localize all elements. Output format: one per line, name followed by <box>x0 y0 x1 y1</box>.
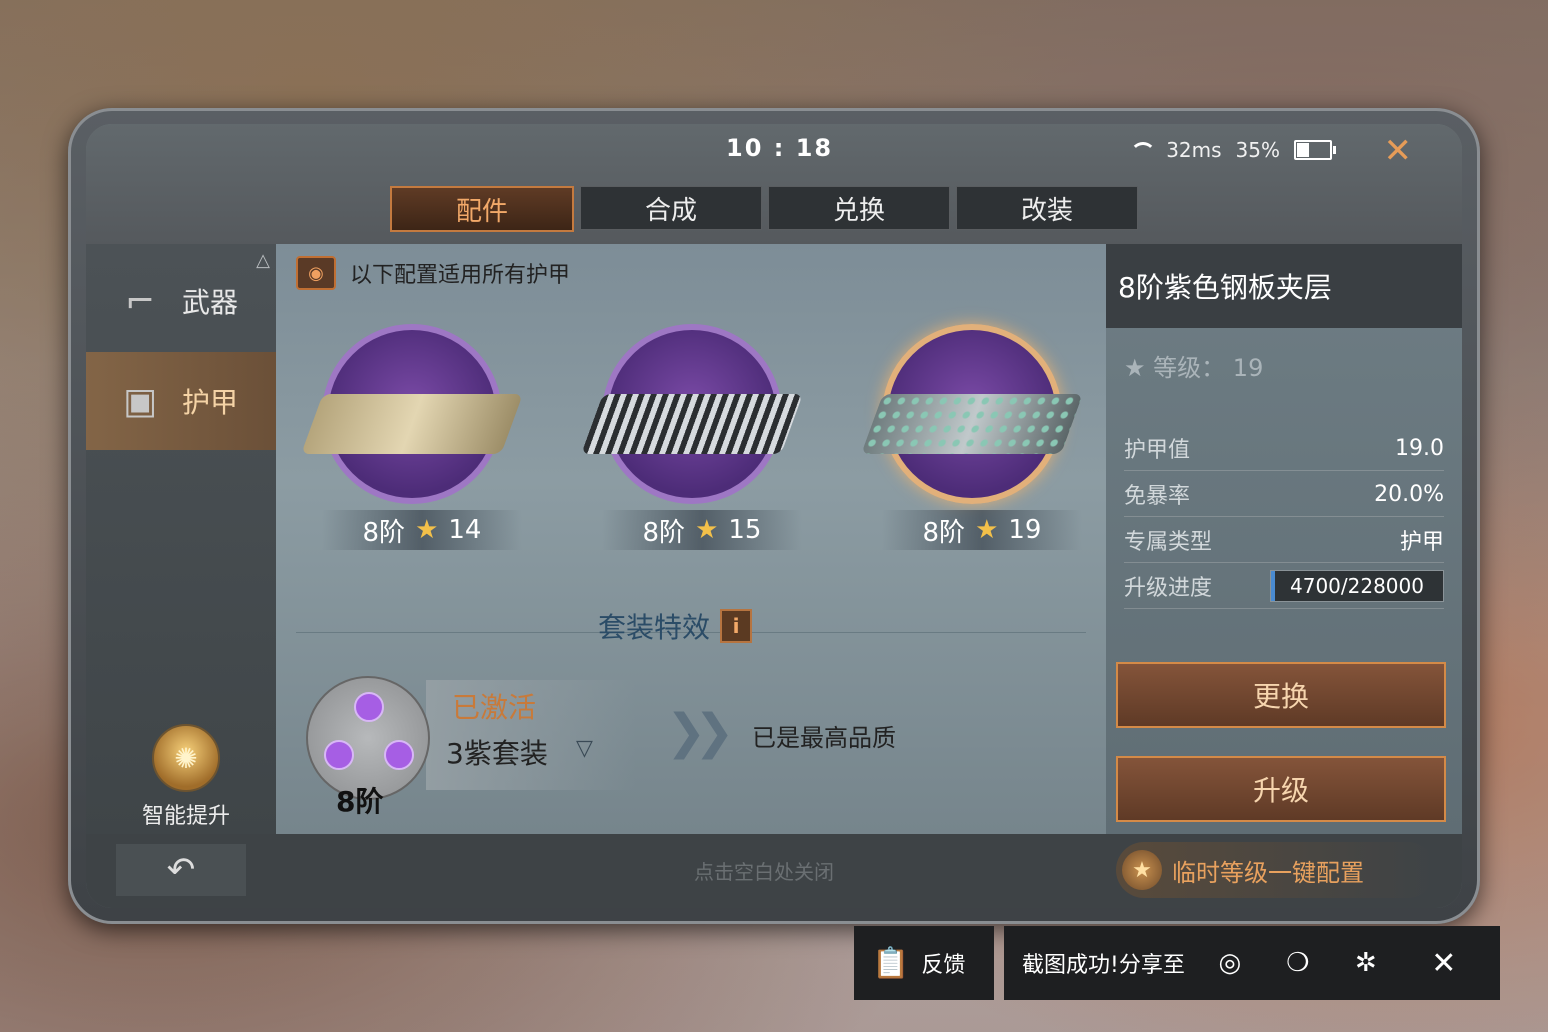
tab-exchange[interactable]: 兑换 <box>768 186 950 230</box>
phone-frame: 10 : 18 32ms 35% ✕ 配件 合成 兑换 改装 △ ⌐ 武器 ▣ … <box>68 108 1480 924</box>
top-bar: 10 : 18 32ms 35% ✕ 配件 合成 兑换 改装 <box>86 124 1462 244</box>
part-tier: 8阶 <box>922 517 966 548</box>
stat-key: 免暴率 <box>1124 484 1191 509</box>
suite-status: 已激活 <box>452 691 537 724</box>
share-text: 截图成功!分享至 <box>1022 953 1185 978</box>
bottom-bar: ↶ 点击空白处关闭 ★ 临时等级一键配置 <box>86 834 1462 908</box>
feedback-button[interactable]: 📋 反馈 <box>854 926 994 1000</box>
part-slot-2[interactable]: 8阶 ★ 15 <box>581 304 803 554</box>
part-label: 8阶 ★ 19 <box>882 510 1082 550</box>
clipboard-icon: 📋 <box>872 945 910 981</box>
sidebar-item-weapon[interactable]: ⌐ 武器 <box>86 252 276 350</box>
replace-button[interactable]: 更换 <box>1116 662 1446 728</box>
detail-panel: 8阶紫色钢板夹层 ★ 等级： 19 护甲值 19.0 免暴率 20.0% 专属类… <box>1106 244 1462 834</box>
suite-level: 8阶 <box>336 785 384 818</box>
stat-row-progress: 升级进度 4700/228000 <box>1124 564 1444 609</box>
ping-text: 32ms <box>1166 138 1222 162</box>
battery-icon <box>1294 140 1336 160</box>
level-label: 等级： <box>1153 354 1226 382</box>
back-arrow-icon: ↶ <box>166 850 196 890</box>
wifi-icon <box>1128 142 1157 158</box>
share-toolbar: 截图成功!分享至 ◎ ❍ ✲ ✕ <box>1004 926 1500 1000</box>
config-note: ◉ 以下配置适用所有护甲 <box>296 256 570 290</box>
suite-effect-title: 套装特效 i <box>598 606 753 646</box>
item-level: ★ 等级： 19 <box>1124 348 1263 383</box>
steel-plate-roll-icon <box>861 394 1083 454</box>
stat-row: 专属类型 护甲 <box>1124 518 1444 563</box>
tab-bar: 配件 合成 兑换 改装 <box>390 186 1138 232</box>
category-sidebar: △ ⌐ 武器 ▣ 护甲 ✺ 智能提升 <box>86 244 276 834</box>
sidebar-item-label: 武器 <box>182 286 239 319</box>
stat-value: 护甲 <box>1399 530 1444 555</box>
tab-parts[interactable]: 配件 <box>390 186 574 232</box>
chevron-down-icon[interactable]: ▽ <box>576 736 593 761</box>
armor-vest-icon: ▣ <box>122 380 157 422</box>
part-stars: 19 <box>1008 515 1042 545</box>
one-key-config-button[interactable]: ★ 临时等级一键配置 <box>1116 842 1436 898</box>
stat-key: 升级进度 <box>1124 576 1213 601</box>
close-hint: 点击空白处关闭 <box>694 860 834 884</box>
stat-key: 专属类型 <box>1124 530 1213 555</box>
chainmail-roll-icon <box>581 394 803 454</box>
part-label: 8阶 ★ 15 <box>602 510 802 550</box>
parts-panel: ◉ 以下配置适用所有护甲 8阶 ★ 14 8阶 ★ 15 8阶 ★ 19 套装特… <box>276 244 1106 834</box>
game-screen: 10 : 18 32ms 35% ✕ 配件 合成 兑换 改装 △ ⌐ 武器 ▣ … <box>86 124 1462 908</box>
suite-dot <box>354 692 384 722</box>
suite-dot <box>384 740 414 770</box>
part-label: 8阶 ★ 14 <box>322 510 522 550</box>
smart-upgrade-label: 智能提升 <box>141 804 230 829</box>
upgrade-button[interactable]: 升级 <box>1116 756 1446 822</box>
star-icon: ★ <box>1124 354 1146 382</box>
moments-icon[interactable]: ✲ <box>1343 940 1389 986</box>
stat-row: 护甲值 19.0 <box>1124 426 1444 471</box>
note-text: 以下配置适用所有护甲 <box>350 263 571 288</box>
progress-text: 4700/228000 <box>1290 574 1424 598</box>
pistol-icon: ⌐ <box>124 280 156 322</box>
smart-upgrade-button[interactable]: ✺ 智能提升 <box>126 724 246 830</box>
star-icon: ★ <box>975 515 999 545</box>
part-stars: 14 <box>448 515 482 545</box>
status-indicators: 32ms 35% <box>1128 138 1336 162</box>
wechat-icon[interactable]: ❍ <box>1275 940 1321 986</box>
star-icon: ★ <box>695 515 719 545</box>
clock: 10 : 18 <box>726 134 834 162</box>
double-chevron-right-icon: ❯❯ <box>666 704 735 760</box>
part-slot-3-selected[interactable]: 8阶 ★ 19 <box>861 304 1083 554</box>
suite-dot <box>324 740 354 770</box>
tab-modify[interactable]: 改装 <box>956 186 1138 230</box>
close-share-icon[interactable]: ✕ <box>1421 940 1467 986</box>
eye-icon[interactable]: ◉ <box>296 256 336 290</box>
back-button[interactable]: ↶ <box>116 844 246 896</box>
battery-text: 35% <box>1235 138 1280 162</box>
item-title: 8阶紫色钢板夹层 <box>1106 244 1462 328</box>
part-tier: 8阶 <box>362 517 406 548</box>
part-stars: 15 <box>728 515 762 545</box>
sidebar-item-label: 护甲 <box>182 386 239 419</box>
upgrade-progress-bar: 4700/228000 <box>1270 570 1444 602</box>
star-badge-icon: ★ <box>1122 850 1162 890</box>
weibo-icon[interactable]: ◎ <box>1207 940 1253 986</box>
star-icon: ★ <box>415 515 439 545</box>
stat-row: 免暴率 20.0% <box>1124 472 1444 517</box>
progress-fill <box>1271 571 1275 601</box>
level-value: 19 <box>1232 354 1264 382</box>
fabric-roll-icon <box>301 394 523 454</box>
info-icon[interactable]: i <box>720 609 753 643</box>
tab-synthesize[interactable]: 合成 <box>580 186 762 230</box>
suite-title-text: 套装特效 <box>598 611 711 644</box>
feedback-label: 反馈 <box>921 953 966 978</box>
one-key-label: 临时等级一键配置 <box>1172 858 1364 887</box>
close-button[interactable]: ✕ <box>1384 134 1413 168</box>
stat-value: 20.0% <box>1374 481 1444 507</box>
part-tier: 8阶 <box>642 517 686 548</box>
max-quality-text: 已是最高品质 <box>752 724 896 752</box>
suite-name: 3紫套装 <box>446 737 548 770</box>
sidebar-item-armor[interactable]: ▣ 护甲 <box>86 352 276 450</box>
stat-value: 19.0 <box>1395 435 1444 461</box>
stat-key: 护甲值 <box>1124 438 1191 463</box>
lightbulb-icon: ✺ <box>152 724 220 792</box>
part-slot-1[interactable]: 8阶 ★ 14 <box>301 304 523 554</box>
